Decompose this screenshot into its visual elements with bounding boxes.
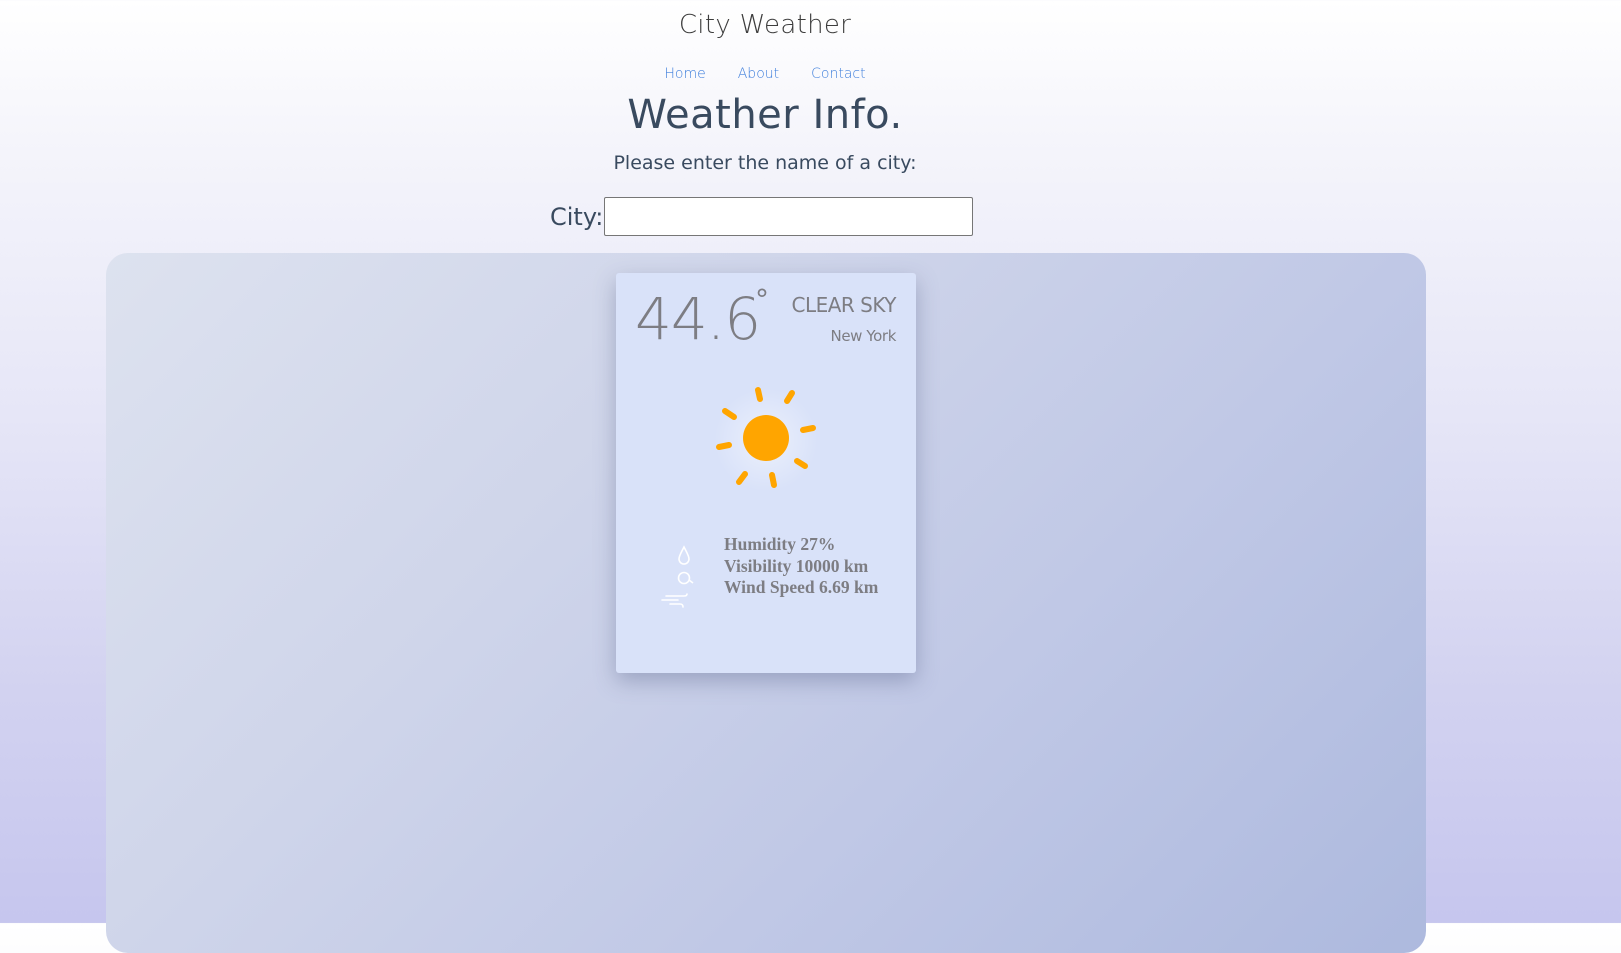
sun-icon [714, 387, 818, 492]
weather-card: 44.6 ° CLEAR SKY New York Humidity 27% V… [616, 273, 916, 673]
weather-stats: Humidity 27% Visibility 10000 km Wind Sp… [724, 533, 894, 602]
weather-condition: CLEAR SKY [791, 293, 897, 317]
water-drop-icon [678, 545, 690, 565]
city-search-row: City: [550, 197, 974, 236]
nav-home-link[interactable]: Home [664, 66, 705, 82]
city-input[interactable] [604, 197, 974, 236]
nav-bar: Home About Contact [0, 66, 1530, 82]
humidity-stat: Humidity 27% [724, 534, 836, 554]
temperature-value: 44.6 [635, 285, 761, 353]
humidity-icon [677, 571, 694, 585]
city-name: New York [830, 327, 897, 345]
site-title: City Weather [678, 10, 852, 40]
degree-symbol: ° [755, 283, 769, 316]
nav-contact-link[interactable]: Contact [811, 66, 865, 82]
wind-speed-stat: Wind Speed 6.69 km [724, 577, 879, 597]
page-heading: Weather Info. [627, 92, 903, 138]
nav-about-link[interactable]: About [738, 66, 779, 82]
stat-icons [661, 545, 694, 608]
city-prompt: Please enter the name of a city: [613, 152, 917, 174]
wind-icon [661, 593, 688, 608]
city-label: City: [550, 202, 604, 231]
